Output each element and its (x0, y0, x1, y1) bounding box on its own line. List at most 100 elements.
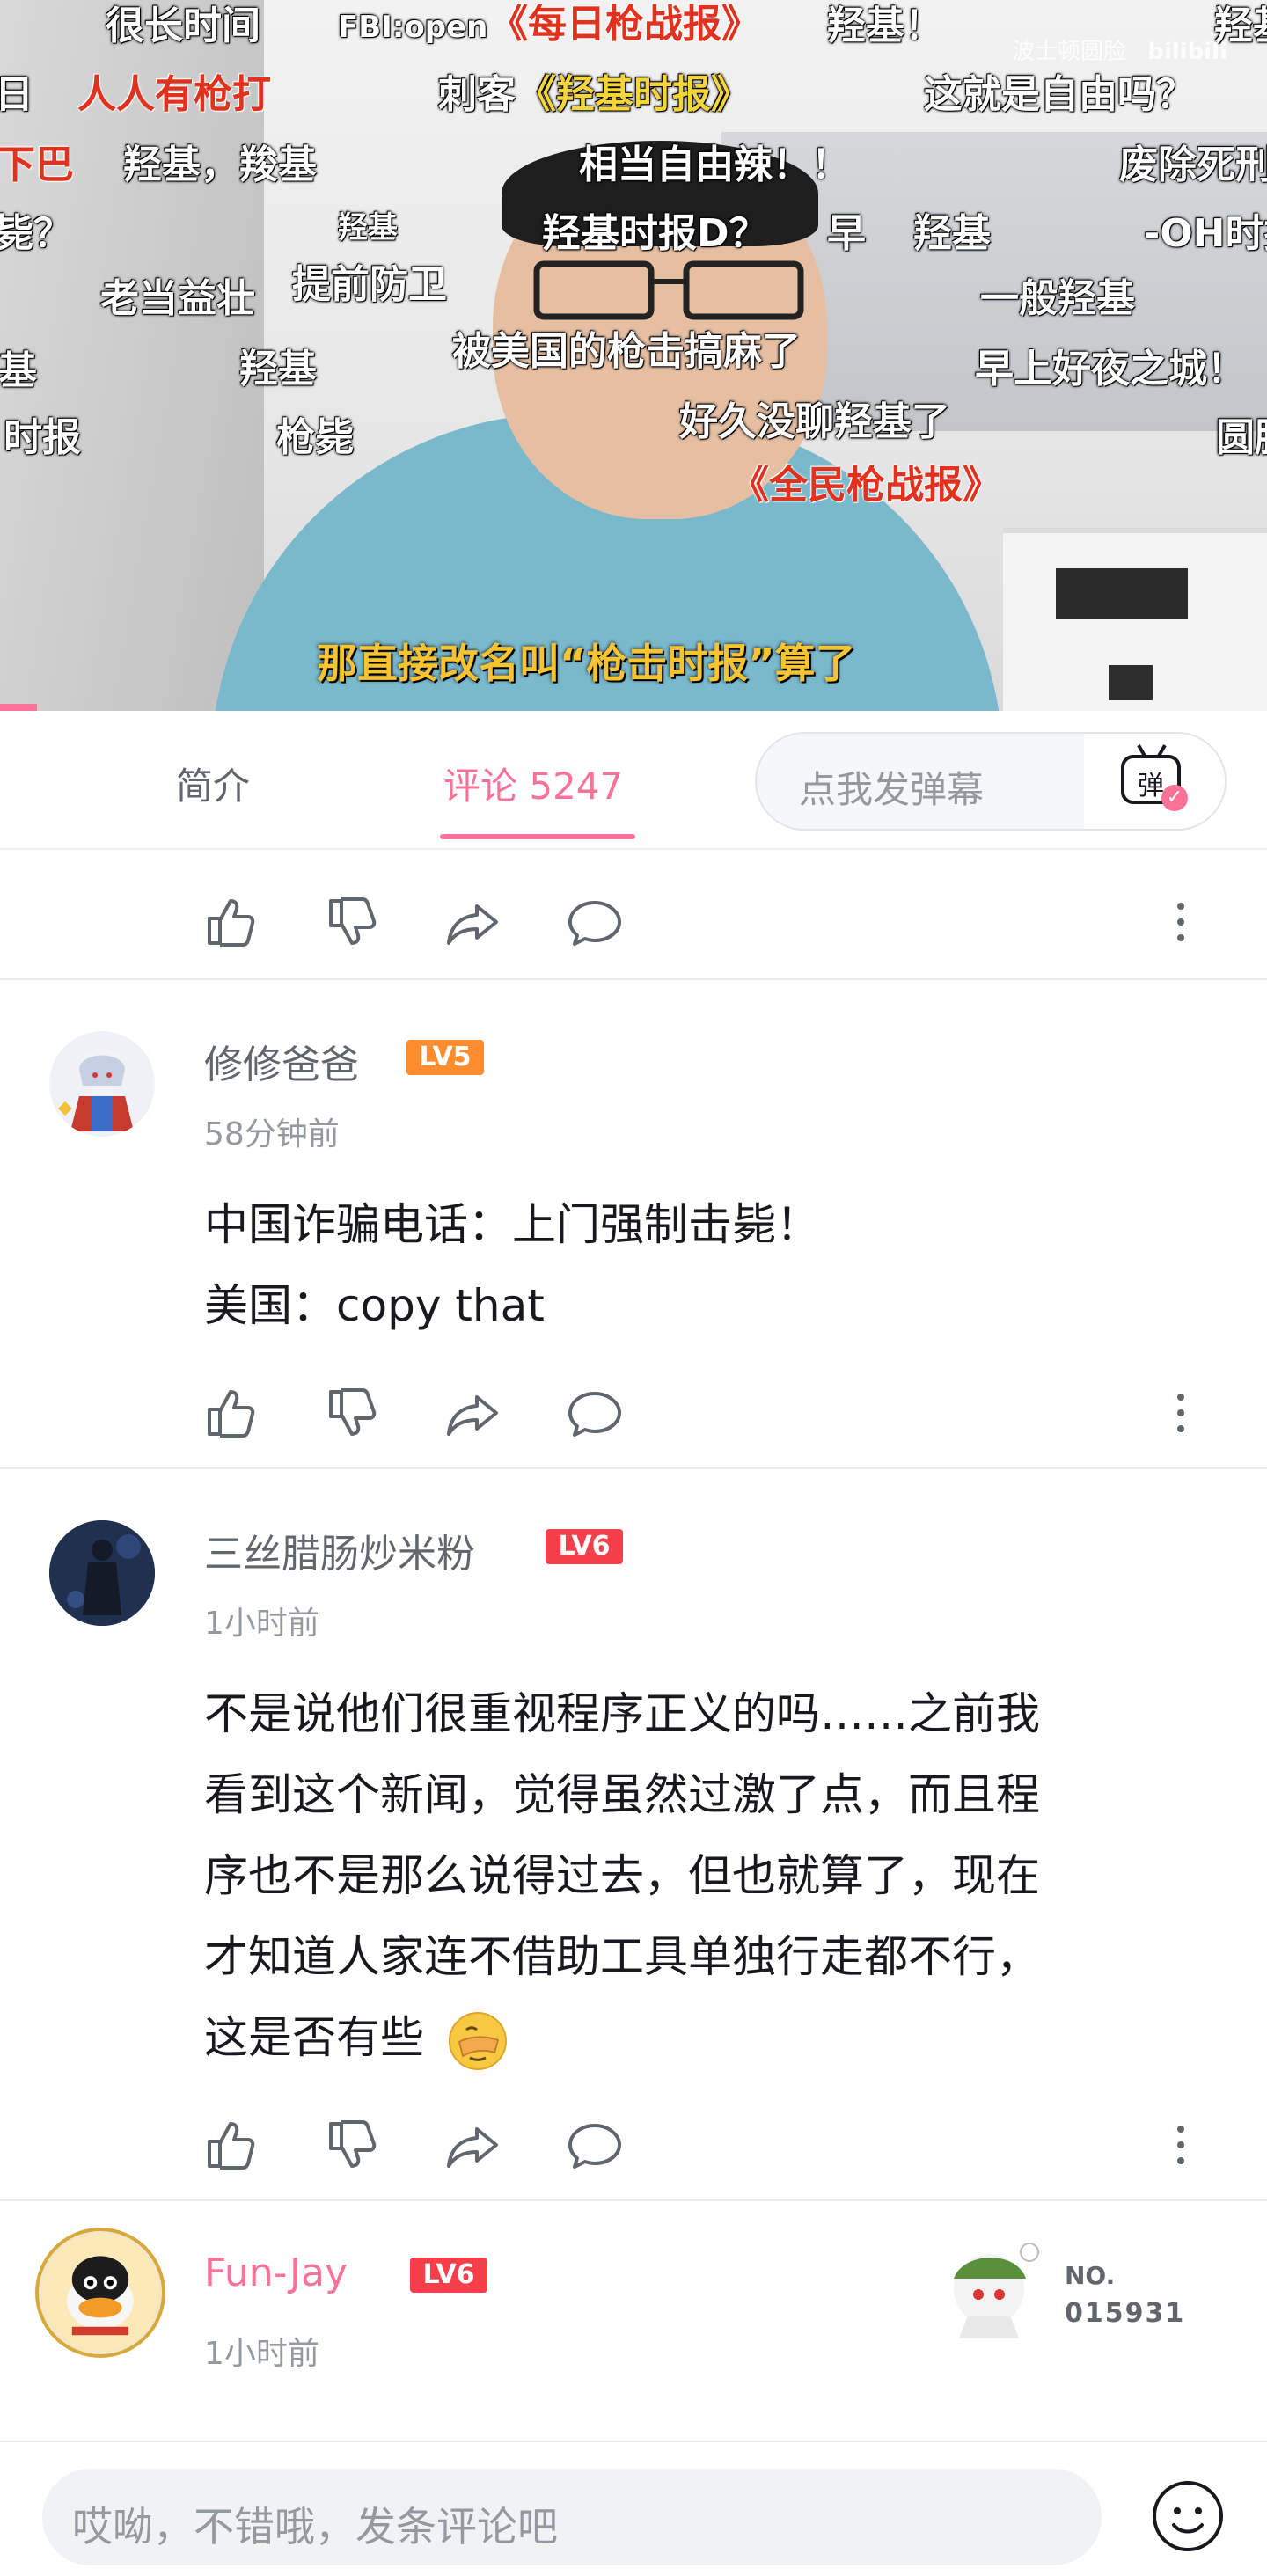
more-options-icon[interactable] (1170, 894, 1191, 950)
video-player[interactable]: 很长时间 FBI:open《每日枪战报》 羟基！ 羟基 人人有枪打 刺客《羟基时报》 这就是… (0, 0, 1267, 711)
danmaku-comment: 老当益壮 (100, 276, 255, 321)
danmaku-comment: 被美国的枪击搞麻了 (452, 329, 801, 374)
avatar[interactable] (35, 2228, 165, 2358)
danmaku-comment: 基 (0, 348, 37, 393)
danmaku-comment: 很长时间 (106, 4, 260, 48)
avatar[interactable] (49, 1031, 155, 1137)
reply-icon[interactable] (567, 894, 623, 950)
danmaku-comment: 刺客 (438, 72, 516, 117)
comment-line: 才知道人家连不借助工具单独行走都不行， (204, 1931, 1040, 1982)
danmaku-comment: 《每日枪战报》 (489, 2, 760, 47)
comment-line: 不是说他们很重视程序正义的吗……之前我 (204, 1688, 1040, 1739)
danmaku-comment: 圆脸 (1216, 415, 1267, 460)
danmaku-comment: 提前防卫 (292, 262, 447, 307)
comment-line: 中国诈骗电话：上门强制击毙！ (204, 1199, 820, 1250)
danmaku-comment: -OH时报 (1144, 211, 1267, 256)
like-icon[interactable] (202, 894, 259, 950)
comment-text[interactable]: 中国诈骗电话：上门强制击毙！ 美国：copy that (204, 1184, 1216, 1346)
comment-item: 三丝腊肠炒米粉 LV6 1小时前 不是说他们很重视程序正义的吗……之前我 看到这… (0, 1469, 1267, 2199)
danmaku-comment: 早 (827, 211, 866, 256)
facepalm-emoji-icon (448, 2011, 507, 2070)
like-icon[interactable] (202, 1385, 259, 1441)
dislike-icon[interactable] (324, 2117, 380, 2173)
comment-line-text: 这是否有些 (204, 2012, 424, 2063)
danmaku-comment: 羟基 (338, 210, 398, 245)
more-options-icon[interactable] (1170, 1385, 1191, 1441)
like-icon[interactable] (202, 2117, 259, 2173)
bilibili-logo: bilibili (1147, 39, 1227, 65)
danmaku-comment: 这就是自由吗？ (924, 72, 1195, 117)
comment-item: 修修爸爸 LV5 58分钟前 中国诈骗电话：上门强制击毙！ 美国：copy th… (0, 980, 1267, 1466)
danmaku-comment: 好久没聊羟基了 (679, 399, 950, 444)
danmaku-comment: 废除死刑 (1119, 143, 1267, 187)
danmaku-comment: 下巴 (0, 143, 74, 187)
video-background-tv (1056, 568, 1188, 619)
user-level-badge: LV5 (406, 1040, 484, 1075)
comment-username[interactable]: Fun-Jay (204, 2250, 348, 2295)
danmaku-comment: 毙？ (0, 211, 72, 256)
reply-icon[interactable] (567, 2117, 623, 2173)
comment-action-bar (202, 1372, 1205, 1443)
comment-input[interactable]: 哎呦，不错哦，发条评论吧 (42, 2469, 1102, 2565)
danmaku-comment: FBI:open (338, 10, 488, 45)
avatar[interactable] (49, 1520, 155, 1626)
reply-icon[interactable] (567, 1385, 623, 1441)
danmaku-comment: 一般羟基 (980, 276, 1135, 321)
fan-badge-character-icon (954, 2243, 1039, 2338)
danmaku-comment: 人人有枪打 (77, 72, 271, 117)
comment-time: 1小时前 (204, 2336, 319, 2372)
danmaku-comment: 羟基！ (827, 4, 943, 48)
comment-time: 1小时前 (204, 1606, 319, 1642)
share-icon[interactable] (445, 2117, 502, 2173)
dislike-icon[interactable] (324, 1385, 380, 1441)
fan-badge-number: 015931 (1065, 2298, 1186, 2329)
danmaku-comment: 早上好夜之城！ (975, 347, 1246, 392)
video-progress-bar[interactable] (0, 704, 37, 711)
video-subtitle: 那直接改名叫“枪击时报”算了 (317, 640, 856, 687)
share-icon[interactable] (445, 1385, 502, 1441)
danmaku-comment: 日 (0, 72, 33, 117)
video-background-cabinet (1003, 528, 1267, 711)
danmaku-comment: 时报 (4, 415, 81, 460)
danmaku-comment: 羟基 (239, 347, 317, 392)
comment-action-bar (202, 882, 1205, 952)
comment-username[interactable]: 修修爸爸 (204, 1033, 359, 1089)
danmaku-comment: 《羟基时报》 (517, 72, 750, 117)
video-background-box (1109, 665, 1153, 700)
danmaku-comment: 枪毙 (276, 415, 354, 460)
fan-badge[interactable]: NO. 015931 (933, 2228, 1183, 2351)
danmaku-comment: 羟基，羧基 (123, 143, 317, 187)
comment-username[interactable]: 三丝腊肠炒米粉 (204, 1522, 475, 1578)
user-level-badge: LV6 (410, 2258, 487, 2293)
danmaku-toggle-button[interactable]: 弹 ✓ (1084, 734, 1225, 829)
dislike-icon[interactable] (324, 894, 380, 950)
emoji-button[interactable] (1151, 2479, 1225, 2553)
video-watermark: 波士顿圆脸 bilibili (1012, 33, 1227, 66)
more-options-icon[interactable] (1170, 2117, 1191, 2173)
comment-action-bar (202, 2104, 1205, 2175)
danmaku-comment: 相当自由辣！！ (579, 143, 850, 187)
user-level-badge: LV6 (546, 1529, 623, 1564)
fan-badge-no-label: NO. (1065, 2261, 1116, 2290)
tab-bar: 简介 评论 5247 点我发弹幕 弹 ✓ (0, 711, 1267, 850)
comment-item: Fun-Jay LV6 1小时前 NO. 015931 (0, 2201, 1267, 2441)
comment-time: 58分钟前 (204, 1116, 340, 1153)
danmaku-comment: 《全民枪战报》 (730, 463, 1001, 508)
bottom-comment-bar: 哎呦，不错哦，发条评论吧 (0, 2441, 1267, 2576)
danmaku-input-placeholder[interactable]: 点我发弹幕 (799, 760, 984, 814)
comment-text[interactable]: 不是说他们很重视程序正义的吗……之前我 看到这个新闻，觉得虽然过激了点，而且程 … (204, 1673, 1216, 2078)
smile-icon (1153, 2481, 1223, 2551)
comment-line: 美国：copy that (204, 1280, 545, 1331)
danmaku-send-box[interactable]: 点我发弹幕 弹 ✓ (755, 732, 1227, 831)
comment-input-placeholder[interactable]: 哎呦，不错哦，发条评论吧 (72, 2495, 558, 2553)
share-icon[interactable] (445, 894, 502, 950)
tab-intro[interactable]: 简介 (176, 757, 250, 810)
uploader-watermark: 波士顿圆脸 (1012, 39, 1127, 65)
danmaku-comment: 羟基 (913, 211, 991, 256)
comment-line: 看到这个新闻，觉得虽然过激了点，而且程 (204, 1769, 1040, 1820)
tab-active-underline (440, 834, 635, 839)
danmaku-comment: 羟基时报D？ (542, 211, 768, 256)
comment-line: 序也不是那么说得过去，但也就算了，现在 (204, 1850, 1040, 1901)
video-person-glasses (533, 260, 804, 320)
tab-comments[interactable]: 评论 5247 (443, 757, 623, 810)
